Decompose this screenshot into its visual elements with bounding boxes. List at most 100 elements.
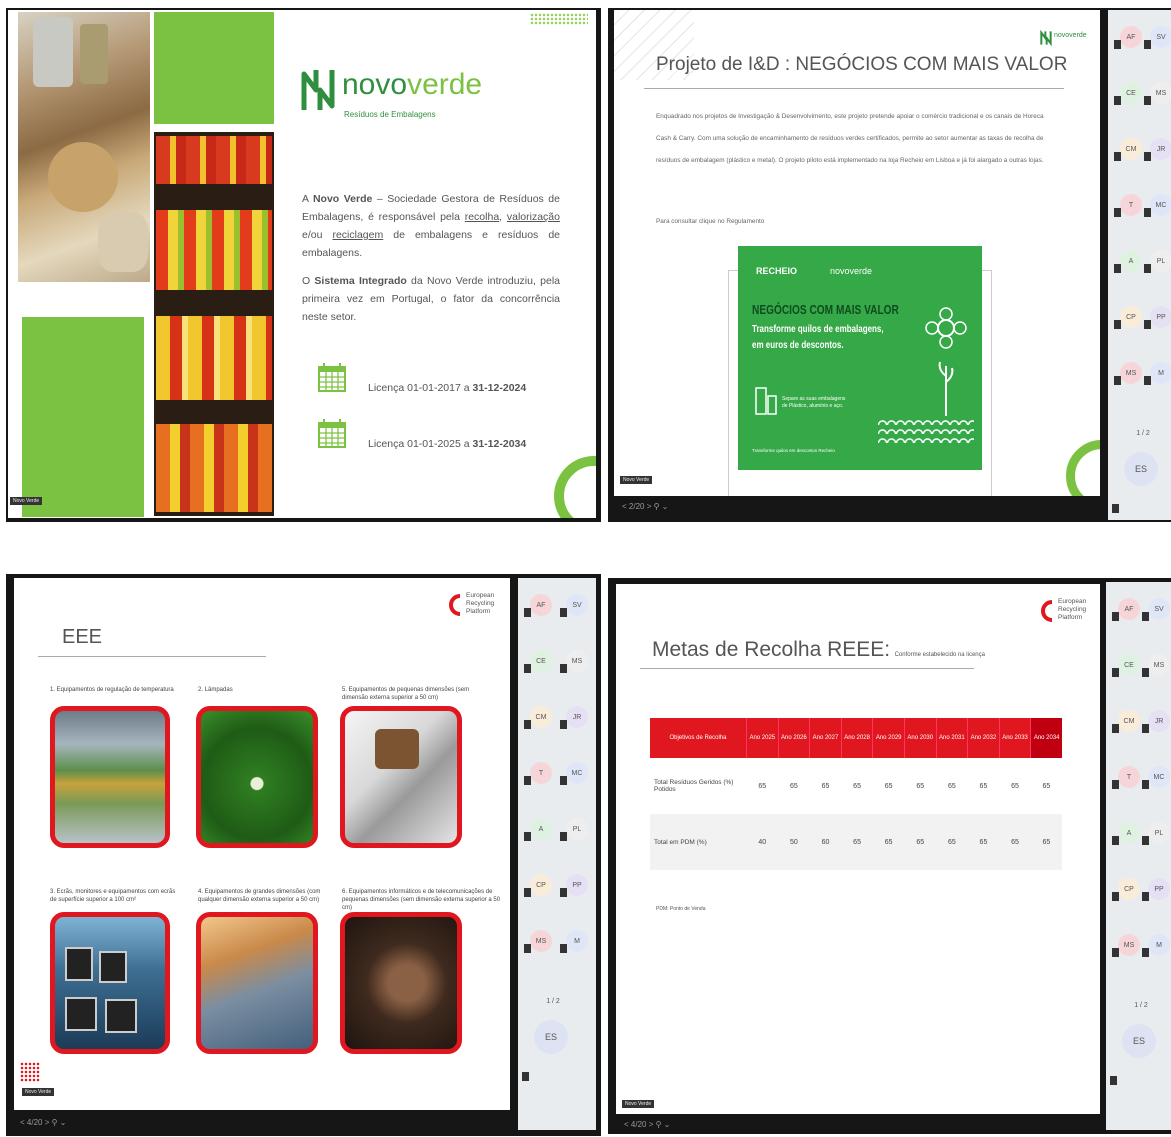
table-cell: 65: [884, 782, 893, 790]
banner-small-text: Separe as suas embalagens de Plástico, a…: [782, 396, 846, 409]
participant-avatar[interactable]: PP: [1148, 878, 1170, 900]
participant-avatar[interactable]: SV: [1148, 598, 1170, 620]
self-avatar[interactable]: ES: [1124, 452, 1158, 486]
participant-avatar[interactable]: MS: [1120, 362, 1142, 384]
participant-avatar[interactable]: MC: [1148, 766, 1170, 788]
participant-avatar[interactable]: T: [530, 762, 552, 784]
screenshot-panel-2: Projeto de I&D : NEGÓCIOS COM MAIS VALOR…: [608, 8, 1171, 522]
license-line-1: Licença 01-01-2017 a 31-12-2024: [368, 382, 526, 394]
collection-targets-table: Objetivos de Recolha Ano 2025 Ano 2026 Ano…: [650, 718, 1062, 870]
participant-avatar[interactable]: JR: [1150, 138, 1171, 160]
participant-avatar[interactable]: AF: [1120, 26, 1142, 48]
table-cell: 50: [789, 838, 798, 846]
self-avatar[interactable]: ES: [534, 1020, 568, 1054]
participant-avatar[interactable]: MS: [1118, 934, 1140, 956]
participant-avatar[interactable]: CM: [1118, 710, 1140, 732]
flower-icon: [925, 307, 967, 349]
table-cell: 65: [758, 782, 767, 790]
participants-page-indicator[interactable]: 1 / 2: [538, 990, 568, 1012]
participant-avatar[interactable]: MS: [566, 650, 588, 672]
novoverde-small-logo: novoverde: [1040, 28, 1096, 52]
category-label: 3. Ecrãs, monitores e equipamentos com e…: [50, 889, 176, 903]
para1-underline-1: recolha: [464, 211, 500, 223]
participant-avatar[interactable]: PL: [566, 818, 588, 840]
para2-text-a: O: [302, 275, 315, 287]
mic-muted-icon: [524, 832, 531, 841]
photo-packaging-items: [18, 12, 150, 282]
presenter-name-badge: Novo Verde: [620, 476, 653, 484]
table-cell: 65: [1042, 838, 1051, 846]
mic-muted-icon: [1142, 836, 1149, 845]
participant-avatar[interactable]: CP: [1118, 878, 1140, 900]
novoverde-mark-icon: [1040, 30, 1052, 46]
participant-avatar[interactable]: CM: [1120, 138, 1142, 160]
participant-avatar[interactable]: CM: [530, 706, 552, 728]
participant-avatar[interactable]: CE: [1120, 82, 1142, 104]
mic-muted-icon: [1142, 780, 1149, 789]
erp-logo-line-3: Platform: [1058, 614, 1083, 621]
participant-avatar[interactable]: MS: [1150, 82, 1171, 104]
table-cell: 40: [758, 838, 767, 846]
slide-metas-recolha: Metas de Recolha REEE: Conforme estabele…: [616, 584, 1100, 1114]
red-dots-decoration: [20, 1062, 40, 1082]
para1-text-a: A: [302, 193, 313, 205]
participant-avatar[interactable]: A: [530, 818, 552, 840]
participant-avatar[interactable]: A: [1120, 250, 1142, 272]
banner-footer: Transforme quilos em descontos Recheio: [752, 448, 835, 453]
mic-muted-icon: [1144, 376, 1151, 385]
mic-muted-icon: [1144, 264, 1151, 273]
table-header-year: Ano 2026: [777, 718, 810, 758]
category-image-toaster: [340, 706, 462, 848]
intro-paragraph-2: O Sistema Integrado da Novo Verde introd…: [302, 272, 560, 326]
participant-avatar[interactable]: M: [1150, 362, 1171, 384]
novoverde-logo: novoverde Resíduos de Embalagens: [300, 66, 500, 128]
participant-avatar[interactable]: SV: [566, 594, 588, 616]
participant-avatar[interactable]: MS: [530, 930, 552, 952]
participant-avatar[interactable]: PL: [1148, 822, 1170, 844]
self-avatar[interactable]: ES: [1122, 1024, 1156, 1058]
mic-muted-icon: [1112, 948, 1119, 957]
participant-avatar[interactable]: PL: [1150, 250, 1171, 272]
participant-avatar[interactable]: CP: [530, 874, 552, 896]
participant-avatar[interactable]: MS: [1148, 654, 1170, 676]
row-label: Total em PDM (%): [654, 838, 707, 846]
mic-muted-icon: [1142, 948, 1149, 957]
participant-avatar[interactable]: AF: [530, 594, 552, 616]
presenter-name-badge: Novo Verde: [22, 1088, 55, 1096]
participant-avatar[interactable]: CE: [1118, 654, 1140, 676]
mic-muted-icon: [1144, 96, 1151, 105]
participants-panel: AF SV CE MS CM JR T MC A PL CP PP MS M 1 / 2 ES: [518, 578, 596, 1130]
category-image-fridge: [50, 706, 170, 848]
mic-muted-icon: [1112, 780, 1119, 789]
participant-avatar[interactable]: T: [1118, 766, 1140, 788]
participant-avatar[interactable]: PP: [566, 874, 588, 896]
participant-avatar[interactable]: PP: [1150, 306, 1171, 328]
title-main: Metas de Recolha REEE:: [652, 638, 891, 661]
participant-avatar[interactable]: T: [1120, 194, 1142, 216]
participants-page-indicator[interactable]: 1 / 2: [1128, 422, 1158, 444]
participant-avatar[interactable]: M: [566, 930, 588, 952]
participant-avatar[interactable]: M: [1148, 934, 1170, 956]
participant-avatar[interactable]: JR: [1148, 710, 1170, 732]
participant-avatar[interactable]: CE: [530, 650, 552, 672]
para1-bold: Novo Verde: [312, 193, 373, 205]
participant-avatar[interactable]: MC: [1150, 194, 1171, 216]
license-line-2: Licença 01-01-2025 a 31-12-2034: [368, 438, 526, 450]
regulation-link-line[interactable]: Para consultar clique no Regulamento: [656, 218, 764, 225]
mic-muted-icon: [524, 720, 531, 729]
license1-end-date: 31-12-2024: [472, 382, 527, 394]
table-cell: 65: [916, 838, 925, 846]
participant-avatar[interactable]: A: [1118, 822, 1140, 844]
participant-avatar[interactable]: MC: [566, 762, 588, 784]
participant-avatar[interactable]: JR: [566, 706, 588, 728]
participant-avatar[interactable]: AF: [1118, 598, 1140, 620]
participants-page-indicator[interactable]: 1 / 2: [1126, 994, 1156, 1016]
slide-controls[interactable]: < 4/20 > ⚲ ⌄: [624, 1120, 670, 1129]
participant-avatar[interactable]: SV: [1150, 26, 1171, 48]
mic-muted-icon: [1112, 504, 1119, 513]
table-cell: 65: [1011, 838, 1019, 846]
slide-controls[interactable]: < 4/20 > ⚲ ⌄: [20, 1118, 66, 1127]
participant-avatar[interactable]: CP: [1120, 306, 1142, 328]
slide-controls[interactable]: < 2/20 > ⚲ ⌄: [622, 502, 668, 511]
erp-logo-line-1: European: [1058, 598, 1087, 605]
